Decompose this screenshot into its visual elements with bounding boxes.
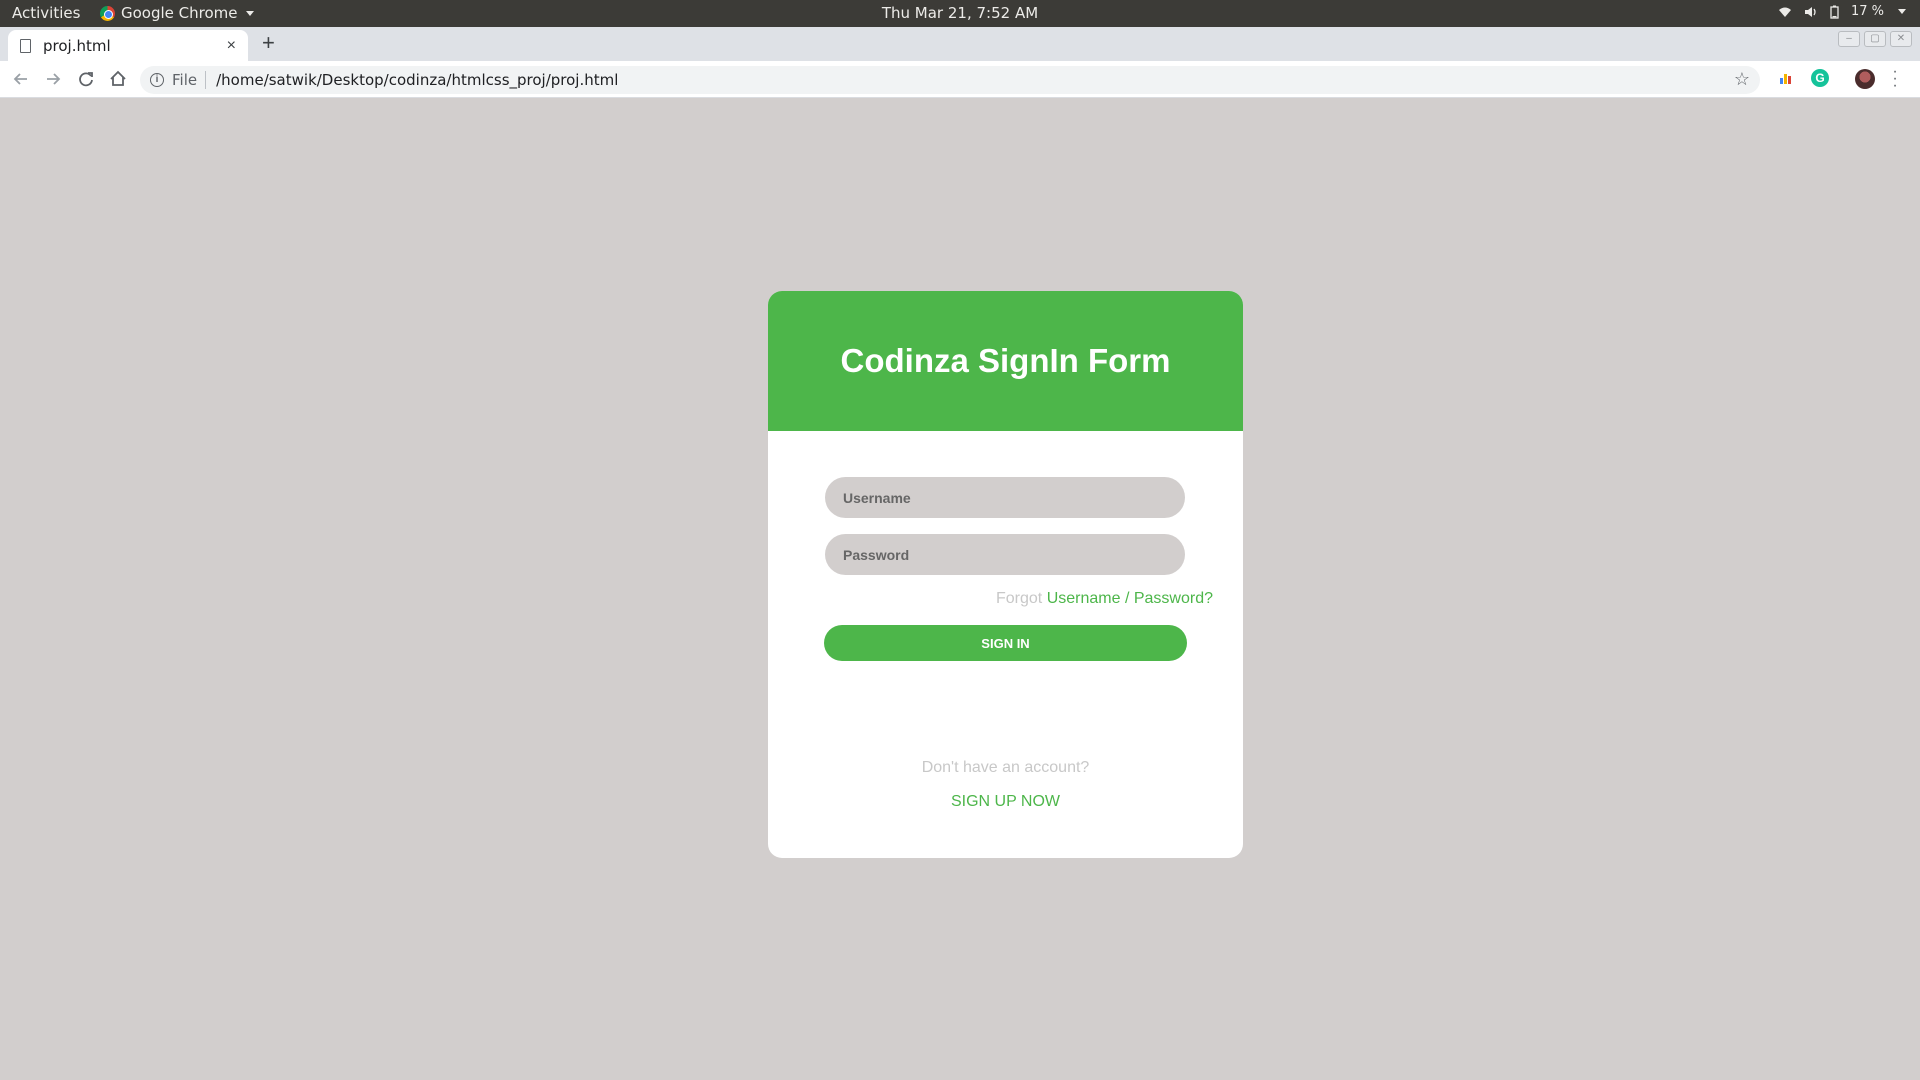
- signin-card: Codinza SignIn Form Forgot Username / Pa…: [768, 291, 1243, 858]
- forward-icon[interactable]: [42, 68, 64, 90]
- window-controls: – ▢ ✕: [1838, 31, 1912, 47]
- chrome-logo-icon: [100, 5, 115, 21]
- close-icon[interactable]: ×: [227, 37, 236, 55]
- activities-button[interactable]: Activities: [12, 4, 80, 22]
- menu-icon[interactable]: · · ·: [1892, 64, 1898, 94]
- close-window-button[interactable]: ✕: [1890, 31, 1912, 47]
- forgot-link[interactable]: Username / Password?: [1047, 590, 1213, 607]
- tab-title: proj.html: [43, 36, 111, 55]
- forgot-prefix: Forgot: [996, 590, 1043, 607]
- chevron-down-icon: [1898, 9, 1906, 14]
- avatar[interactable]: [1855, 69, 1875, 89]
- card-header: Codinza SignIn Form: [768, 291, 1243, 431]
- page-icon: [20, 38, 31, 53]
- no-account-text: Don't have an account?: [921, 759, 1090, 776]
- battery-icon: [1830, 5, 1839, 19]
- chevron-down-icon: [245, 10, 254, 16]
- forgot-credentials: Forgot Username / Password?: [996, 590, 1213, 608]
- new-tab-button[interactable]: +: [262, 30, 275, 56]
- wifi-icon: [1778, 7, 1791, 17]
- password-input[interactable]: [825, 534, 1185, 575]
- system-tray[interactable]: 17 %: [1778, 4, 1906, 19]
- maximize-button[interactable]: ▢: [1864, 31, 1886, 47]
- back-icon[interactable]: [10, 68, 32, 90]
- grammarly-icon[interactable]: G: [1811, 69, 1829, 87]
- star-icon[interactable]: ☆: [1734, 69, 1750, 90]
- volume-icon: [1804, 6, 1816, 17]
- browser-toolbar: i File /home/satwik/Desktop/codinza/html…: [0, 61, 1920, 98]
- address-bar[interactable]: i File /home/satwik/Desktop/codinza/html…: [140, 66, 1760, 94]
- clock[interactable]: Thu Mar 21, 7:52 AM: [882, 4, 1038, 22]
- tab-proj-html[interactable]: proj.html ×: [8, 30, 248, 61]
- username-input[interactable]: [825, 477, 1185, 518]
- home-icon[interactable]: [107, 68, 129, 90]
- app-menu-label: Google Chrome: [121, 4, 238, 22]
- info-icon[interactable]: i: [150, 73, 164, 87]
- battery-percent: 17 %: [1850, 4, 1884, 19]
- app-menu[interactable]: Google Chrome: [100, 4, 254, 22]
- signin-button[interactable]: SIGN IN: [824, 625, 1187, 661]
- signup-link[interactable]: SIGN UP NOW: [768, 793, 1243, 811]
- tab-strip: proj.html × + – ▢ ✕: [0, 27, 1920, 61]
- extension-icon[interactable]: [1780, 70, 1794, 84]
- url-text[interactable]: /home/satwik/Desktop/codinza/htmlcss_pro…: [216, 71, 618, 89]
- system-top-bar: Activities Google Chrome Thu Mar 21, 7:5…: [0, 0, 1920, 27]
- scheme-label: File: [172, 71, 207, 89]
- reload-icon[interactable]: [75, 68, 97, 90]
- minimize-button[interactable]: –: [1838, 31, 1860, 47]
- form-title: Codinza SignIn Form: [840, 342, 1171, 379]
